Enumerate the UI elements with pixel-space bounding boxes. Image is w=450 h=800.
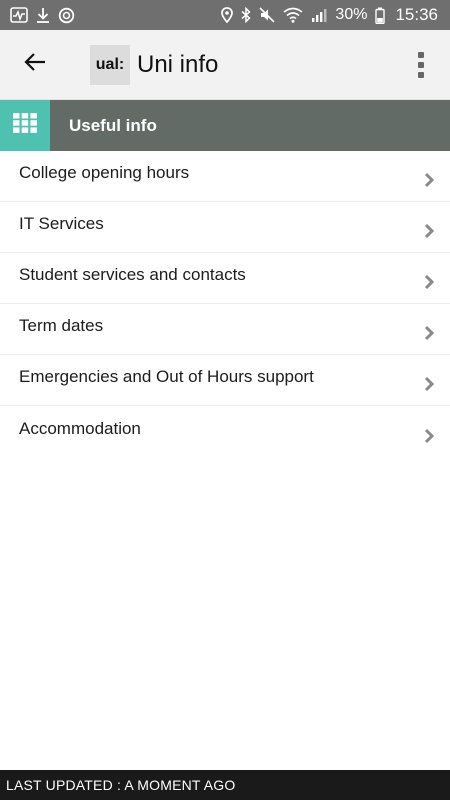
more-vertical-icon-dot (418, 72, 424, 78)
grid-icon (13, 113, 37, 138)
list-item-label: Student services and contacts (19, 265, 246, 284)
wifi-icon (283, 7, 303, 23)
list-item-emergencies[interactable]: Emergencies and Out of Hours support (0, 355, 450, 406)
chevron-right-icon (424, 164, 434, 188)
chevron-right-icon (424, 368, 434, 392)
battery-percent: 30% (335, 6, 368, 23)
chevron-right-icon (424, 420, 434, 444)
overflow-menu-button[interactable] (414, 50, 428, 80)
section-header: Useful info (0, 100, 450, 151)
grid-menu-button[interactable] (0, 100, 50, 151)
list-item-student-services[interactable]: Student services and contacts (0, 253, 450, 304)
back-button[interactable] (0, 30, 70, 100)
list-item-term-dates[interactable]: Term dates (0, 304, 450, 355)
status-bar: 30% 15:36 (0, 0, 450, 30)
clock: 15:36 (395, 5, 438, 24)
list-item-label: Term dates (19, 316, 104, 335)
chevron-right-icon (424, 266, 434, 290)
chevron-right-icon (424, 317, 434, 341)
download-icon (36, 7, 50, 23)
location-icon (221, 7, 234, 23)
list-item-it-services[interactable]: IT Services (0, 202, 450, 253)
page-title: Uni info (137, 50, 219, 78)
battery-icon (375, 7, 386, 24)
mute-icon (259, 7, 275, 23)
info-list: College opening hours IT Services Studen… (0, 151, 450, 457)
status-bar-right: 30% 15:36 (221, 5, 438, 25)
arrow-left-icon (23, 50, 47, 79)
sync-icon (58, 7, 75, 24)
app-logo: ual: (90, 44, 130, 85)
app-bar: ual: Uni info (0, 30, 450, 100)
section-title: Useful info (69, 115, 157, 135)
list-item-label: College opening hours (19, 163, 190, 182)
last-updated-text: LAST UPDATED : A MOMENT AGO (6, 777, 236, 793)
list-item-label: IT Services (19, 214, 104, 233)
more-vertical-icon-dot (418, 62, 424, 68)
list-item-college-opening-hours[interactable]: College opening hours (0, 151, 450, 202)
list-item-label: Accommodation (19, 418, 141, 438)
activity-icon (10, 7, 28, 23)
last-updated-footer: LAST UPDATED : A MOMENT AGO (0, 770, 450, 800)
more-vertical-icon (418, 52, 424, 58)
chevron-right-icon (424, 215, 434, 239)
signal-icon (311, 8, 327, 23)
list-item-label: Emergencies and Out of Hours support (19, 367, 314, 386)
status-bar-left (10, 7, 75, 24)
bluetooth-icon (241, 7, 252, 23)
list-item-accommodation[interactable]: Accommodation (0, 406, 450, 457)
